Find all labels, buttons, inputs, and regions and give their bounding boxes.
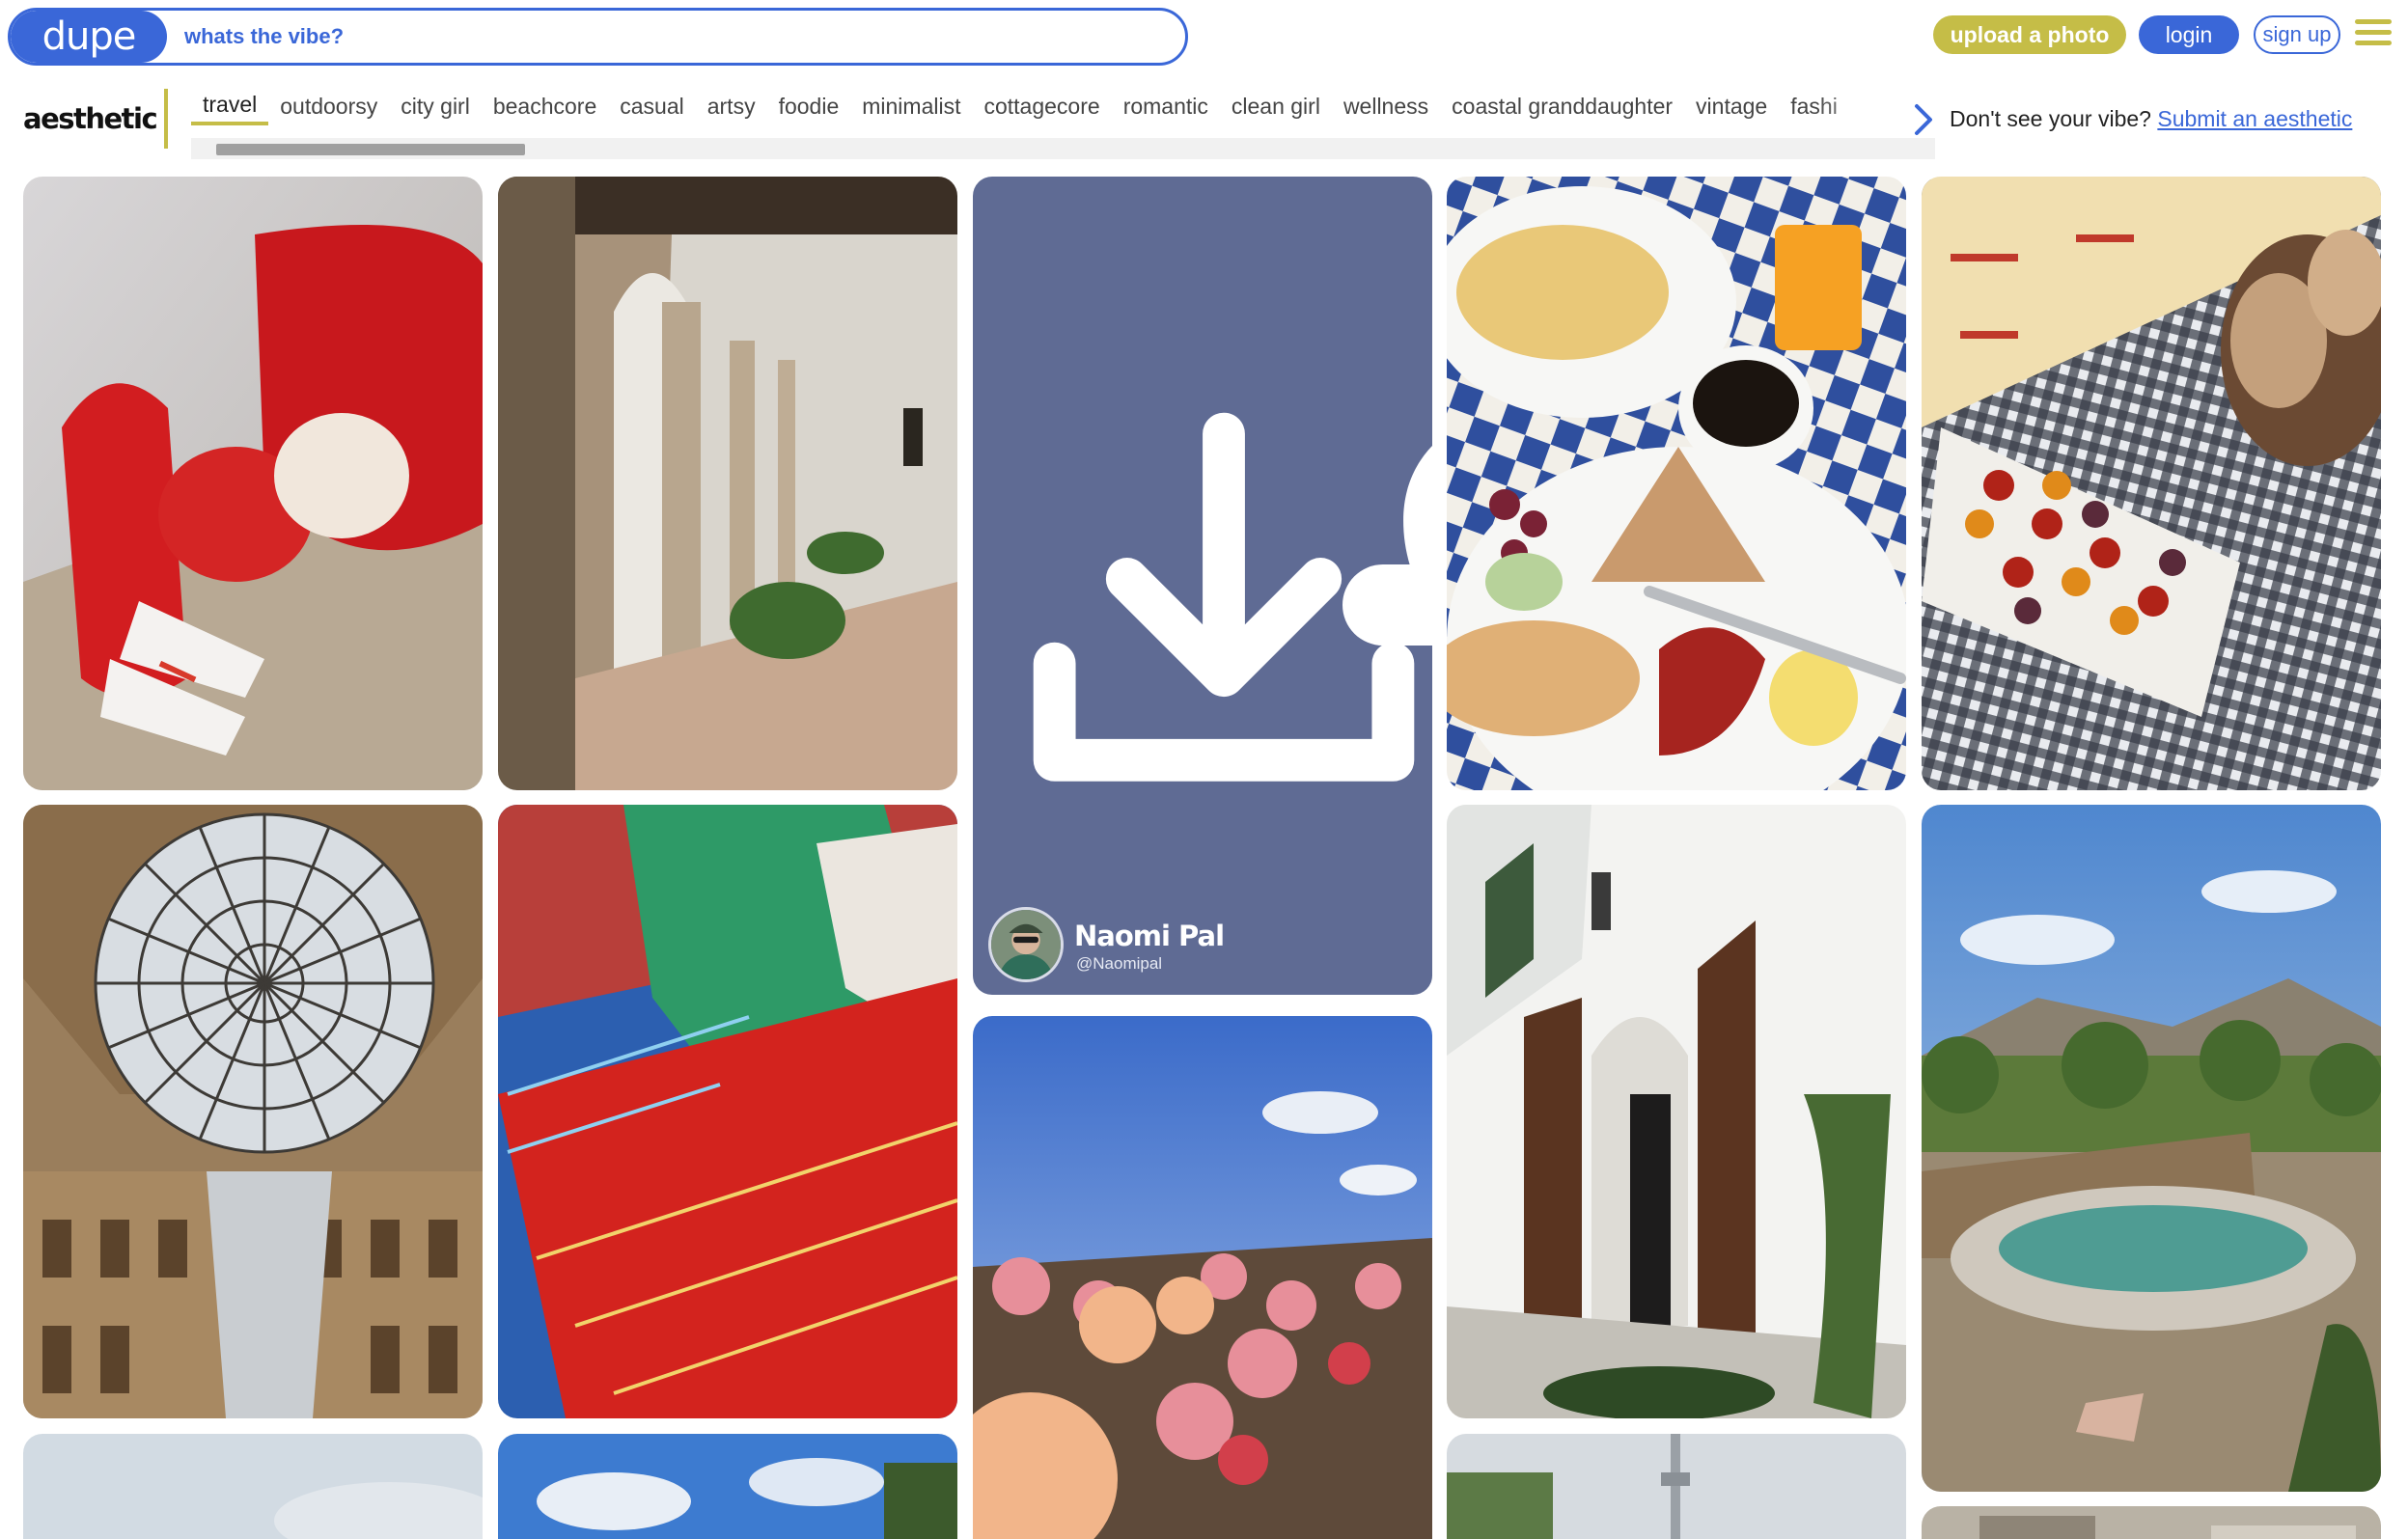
photo-card-tower-partial[interactable] — [1447, 1434, 1906, 1539]
logo[interactable]: dupe — [11, 11, 167, 63]
photo-card-textiles[interactable] — [498, 805, 957, 1418]
tab-beachcore[interactable]: beachcore — [482, 87, 608, 125]
photo-card-sky-partial[interactable] — [23, 1434, 483, 1539]
submit-prompt: Don't see your vibe? — [1950, 106, 2151, 131]
photo-card-arches[interactable] — [498, 177, 957, 790]
photo-olives-bread — [1922, 177, 2381, 790]
avatar-image — [991, 910, 1061, 979]
photo-card-flowers[interactable] — [973, 1016, 1432, 1539]
tab-wellness[interactable]: wellness — [1332, 87, 1440, 125]
aesthetic-tabs: travel outdoorsy city girl beachcore cas… — [191, 87, 1935, 141]
photo-red-bags — [23, 177, 483, 790]
photo-breakfast — [1447, 177, 1906, 790]
photo-card-olives-bread[interactable] — [1922, 177, 2381, 790]
photo-card-galleria-dome[interactable] — [23, 805, 483, 1418]
photo-arches — [498, 177, 957, 790]
tab-vintage[interactable]: vintage — [1684, 87, 1779, 125]
top-bar: dupe upload a photo login sign up — [0, 0, 2408, 77]
signup-button[interactable]: sign up — [2254, 15, 2340, 54]
photo-card-trees-partial[interactable] — [498, 1434, 957, 1539]
search-input[interactable] — [184, 11, 1169, 63]
photo-card-building-partial[interactable] — [1922, 1506, 2381, 1539]
tab-travel[interactable]: travel — [191, 87, 269, 125]
tab-minimalist[interactable]: minimalist — [850, 87, 972, 125]
tab-romantic[interactable]: romantic — [1112, 87, 1220, 125]
profile-card[interactable]: Naomi Pal @Naomipal — [973, 177, 1432, 995]
photo-building-partial — [1922, 1506, 2381, 1539]
tab-clean-girl[interactable]: clean girl — [1220, 87, 1332, 125]
scrollbar-thumb[interactable] — [216, 144, 525, 155]
tab-foodie[interactable]: foodie — [767, 87, 851, 125]
photo-galleria-dome — [23, 805, 483, 1418]
photo-trees-partial — [498, 1434, 957, 1539]
tabs-scrollbar[interactable] — [191, 138, 1935, 159]
photo-textiles — [498, 805, 957, 1418]
login-button[interactable]: login — [2139, 15, 2239, 54]
photo-tower-partial — [1447, 1434, 1906, 1539]
heart-icon[interactable] — [1379, 196, 1432, 995]
tab-casual[interactable]: casual — [608, 87, 695, 125]
photo-card-red-bags[interactable] — [23, 177, 483, 790]
photo-card-breakfast[interactable] — [1447, 177, 1906, 790]
search-bar: dupe — [8, 8, 1188, 66]
photo-white-villa — [1447, 805, 1906, 1418]
profile-name[interactable]: Naomi Pal — [1074, 920, 1225, 952]
tab-coastal-granddaughter[interactable]: coastal granddaughter — [1440, 87, 1684, 125]
label-divider — [164, 89, 168, 149]
photo-card-spring-pool[interactable] — [1922, 805, 2381, 1492]
profile-handle[interactable]: @Naomipal — [1076, 954, 1162, 974]
photo-sky-partial — [23, 1434, 483, 1539]
upload-photo-button[interactable]: upload a photo — [1933, 15, 2126, 54]
submit-aesthetic-link[interactable]: Submit an aesthetic — [2157, 106, 2352, 131]
tab-city-girl[interactable]: city girl — [389, 87, 482, 125]
aesthetic-label: aesthetic — [23, 102, 158, 135]
submit-aesthetic-row: Don't see your vibe? Submit an aesthetic — [1950, 106, 2352, 132]
photo-spring-pool — [1922, 805, 2381, 1492]
tab-artsy[interactable]: artsy — [696, 87, 767, 125]
tab-outdoorsy[interactable]: outdoorsy — [268, 87, 389, 125]
chevron-right-icon[interactable] — [1909, 102, 1938, 137]
photo-card-white-villa[interactable] — [1447, 805, 1906, 1418]
hamburger-icon[interactable] — [2355, 19, 2392, 50]
tab-cottagecore[interactable]: cottagecore — [972, 87, 1111, 125]
avatar[interactable] — [988, 907, 1064, 982]
photo-flowers — [973, 1016, 1432, 1539]
